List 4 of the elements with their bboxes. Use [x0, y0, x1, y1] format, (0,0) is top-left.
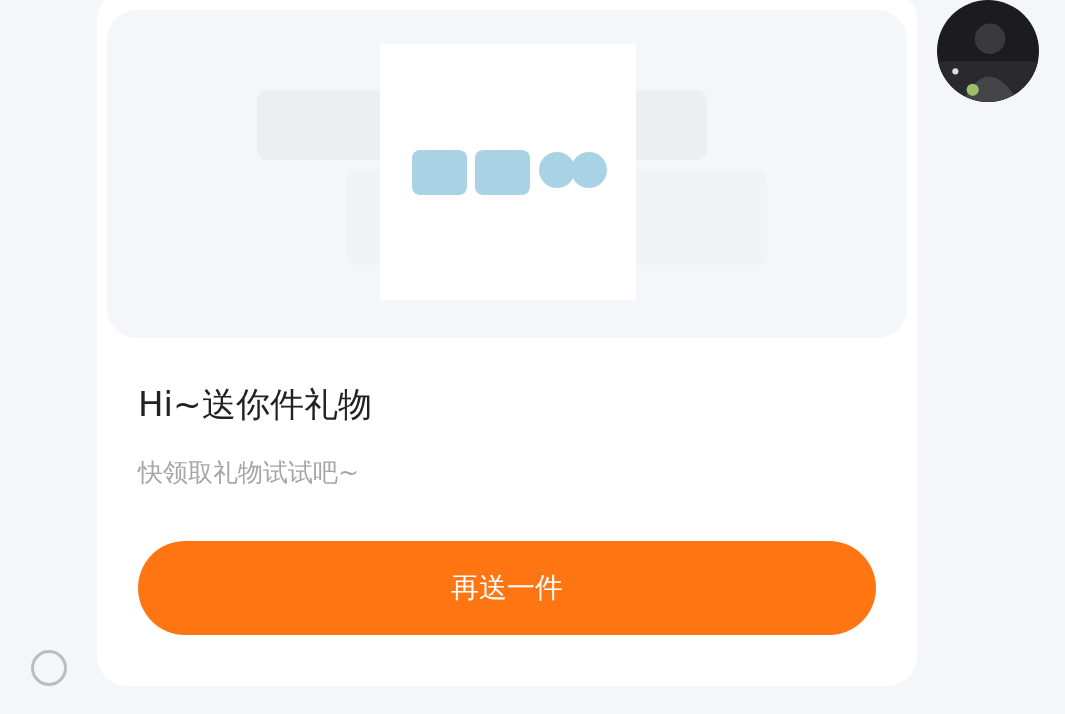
send-again-button[interactable]: 再送一件	[138, 541, 876, 635]
gift-title: Hi~送你件礼物	[138, 383, 373, 426]
gift-subtitle: 快领取礼物试试吧~	[138, 457, 360, 489]
select-circle[interactable]	[30, 650, 67, 686]
